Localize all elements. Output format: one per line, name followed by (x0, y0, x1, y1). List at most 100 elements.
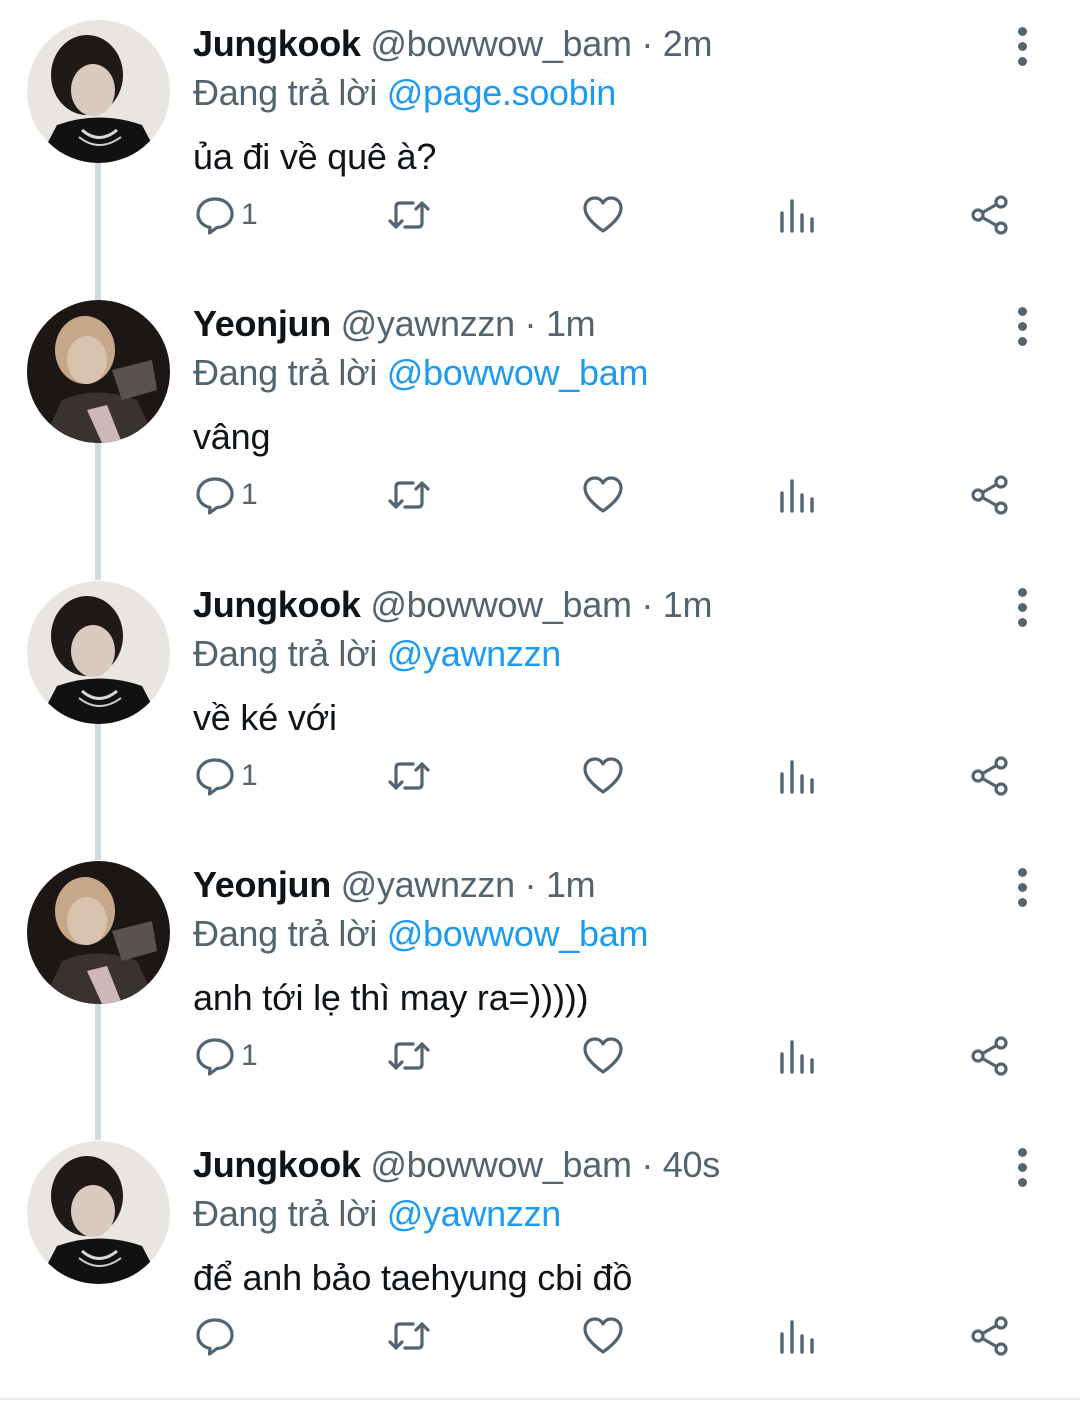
avatar[interactable] (27, 20, 170, 163)
retweet-button[interactable] (385, 751, 433, 801)
tweet-text: vâng (193, 416, 271, 457)
share-icon (971, 195, 1008, 235)
tweet[interactable]: Yeonjun @yawnzzn · 1m Đang trả lời @boww… (0, 841, 1080, 1121)
bottom-divider (0, 1398, 1080, 1400)
views-button[interactable] (775, 1031, 819, 1081)
replying-prefix: Đang trả lời (193, 1193, 378, 1234)
tweet-text: ủa đi về quê à? (193, 136, 437, 177)
retweet-icon (388, 762, 430, 790)
like-button[interactable] (581, 190, 625, 240)
more-options-icon[interactable] (1002, 302, 1042, 350)
tweet[interactable]: Jungkook @bowwow_bam · 2m Đang trả lời @… (0, 0, 1080, 280)
replying-to: Đang trả lời @bowwow_bam (193, 912, 648, 956)
reply-icon (196, 1318, 234, 1356)
share-button[interactable] (968, 190, 1012, 240)
reply-count: 1 (241, 759, 258, 792)
share-icon (971, 475, 1008, 515)
timestamp[interactable]: 1m (546, 303, 596, 344)
more-options-icon[interactable] (1002, 22, 1042, 70)
timestamp[interactable]: 1m (546, 864, 596, 905)
replying-prefix: Đang trả lời (193, 913, 378, 954)
display-name[interactable]: Jungkook (193, 1144, 361, 1185)
display-name[interactable]: Yeonjun (193, 864, 331, 905)
heart-icon (583, 1317, 623, 1354)
tweet[interactable]: Jungkook @bowwow_bam · 1m Đang trả lời @… (0, 561, 1080, 841)
heart-icon (583, 1037, 623, 1074)
retweet-button[interactable] (385, 470, 433, 520)
tweet-header: Jungkook @bowwow_bam · 40s (193, 1143, 720, 1187)
reply-button[interactable]: 1 (193, 190, 258, 240)
yeonjun-avatar (27, 861, 170, 1004)
retweet-icon (388, 481, 430, 509)
avatar[interactable] (27, 1141, 170, 1284)
views-icon (780, 479, 814, 513)
reply-count: 1 (241, 198, 258, 231)
separator-dot: · (524, 303, 537, 344)
avatar[interactable] (27, 300, 170, 443)
display-name[interactable]: Jungkook (193, 584, 361, 625)
reply-button[interactable]: 1 (193, 470, 258, 520)
views-icon (780, 199, 814, 233)
avatar[interactable] (27, 581, 170, 724)
views-icon (780, 1040, 814, 1074)
yeonjun-avatar (27, 300, 170, 443)
timestamp[interactable]: 40s (663, 1144, 720, 1185)
views-button[interactable] (775, 190, 819, 240)
mention-link[interactable]: @yawnzzn (387, 1193, 562, 1234)
display-name[interactable]: Yeonjun (193, 303, 331, 344)
more-options-icon[interactable] (1002, 583, 1042, 631)
separator-dot: · (641, 1144, 654, 1185)
tweet[interactable]: Yeonjun @yawnzzn · 1m Đang trả lời @boww… (0, 280, 1080, 560)
like-button[interactable] (581, 1031, 625, 1081)
share-button[interactable] (968, 1311, 1012, 1361)
like-button[interactable] (581, 751, 625, 801)
views-button[interactable] (775, 1311, 819, 1361)
display-name[interactable]: Jungkook (193, 23, 361, 64)
reply-button[interactable]: 1 (193, 751, 258, 801)
mention-link[interactable]: @bowwow_bam (387, 913, 649, 954)
like-button[interactable] (581, 470, 625, 520)
reply-button[interactable] (193, 1311, 241, 1361)
share-button[interactable] (968, 470, 1012, 520)
mention-link[interactable]: @yawnzzn (387, 633, 562, 674)
share-icon (971, 756, 1008, 796)
user-handle[interactable]: @yawnzzn (341, 864, 516, 905)
heart-icon (583, 476, 623, 513)
retweet-button[interactable] (385, 190, 433, 240)
reply-count: 1 (241, 478, 258, 511)
timestamp[interactable]: 1m (663, 584, 713, 625)
more-options-icon[interactable] (1002, 1143, 1042, 1191)
retweet-button[interactable] (385, 1311, 433, 1361)
more-options-icon[interactable] (1002, 863, 1042, 911)
user-handle[interactable]: @bowwow_bam (370, 584, 632, 625)
tweet[interactable]: Jungkook @bowwow_bam · 40s Đang trả lời … (0, 1121, 1080, 1401)
like-button[interactable] (581, 1311, 625, 1361)
share-button[interactable] (968, 751, 1012, 801)
heart-icon (583, 196, 623, 233)
retweet-button[interactable] (385, 1031, 433, 1081)
reply-button[interactable]: 1 (193, 1031, 258, 1081)
user-handle[interactable]: @yawnzzn (341, 303, 516, 344)
replying-prefix: Đang trả lời (193, 633, 378, 674)
tweet-header: Yeonjun @yawnzzn · 1m (193, 302, 596, 346)
mention-link[interactable]: @page.soobin (387, 72, 616, 113)
views-button[interactable] (775, 751, 819, 801)
reply-icon (196, 758, 234, 796)
separator-dot: · (641, 584, 654, 625)
mention-link[interactable]: @bowwow_bam (387, 352, 649, 393)
views-button[interactable] (775, 470, 819, 520)
views-icon (780, 760, 814, 794)
timestamp[interactable]: 2m (663, 23, 713, 64)
user-handle[interactable]: @bowwow_bam (370, 23, 632, 64)
heart-icon (583, 757, 623, 794)
reply-icon (196, 477, 234, 515)
share-icon (971, 1036, 1008, 1076)
avatar[interactable] (27, 861, 170, 1004)
retweet-icon (388, 201, 430, 229)
replying-prefix: Đang trả lời (193, 72, 378, 113)
tweet-text: anh tới lẹ thì may ra=))))) (193, 977, 589, 1018)
tweet-header: Jungkook @bowwow_bam · 2m (193, 22, 713, 66)
share-button[interactable] (968, 1031, 1012, 1081)
retweet-icon (388, 1042, 430, 1070)
user-handle[interactable]: @bowwow_bam (370, 1144, 632, 1185)
